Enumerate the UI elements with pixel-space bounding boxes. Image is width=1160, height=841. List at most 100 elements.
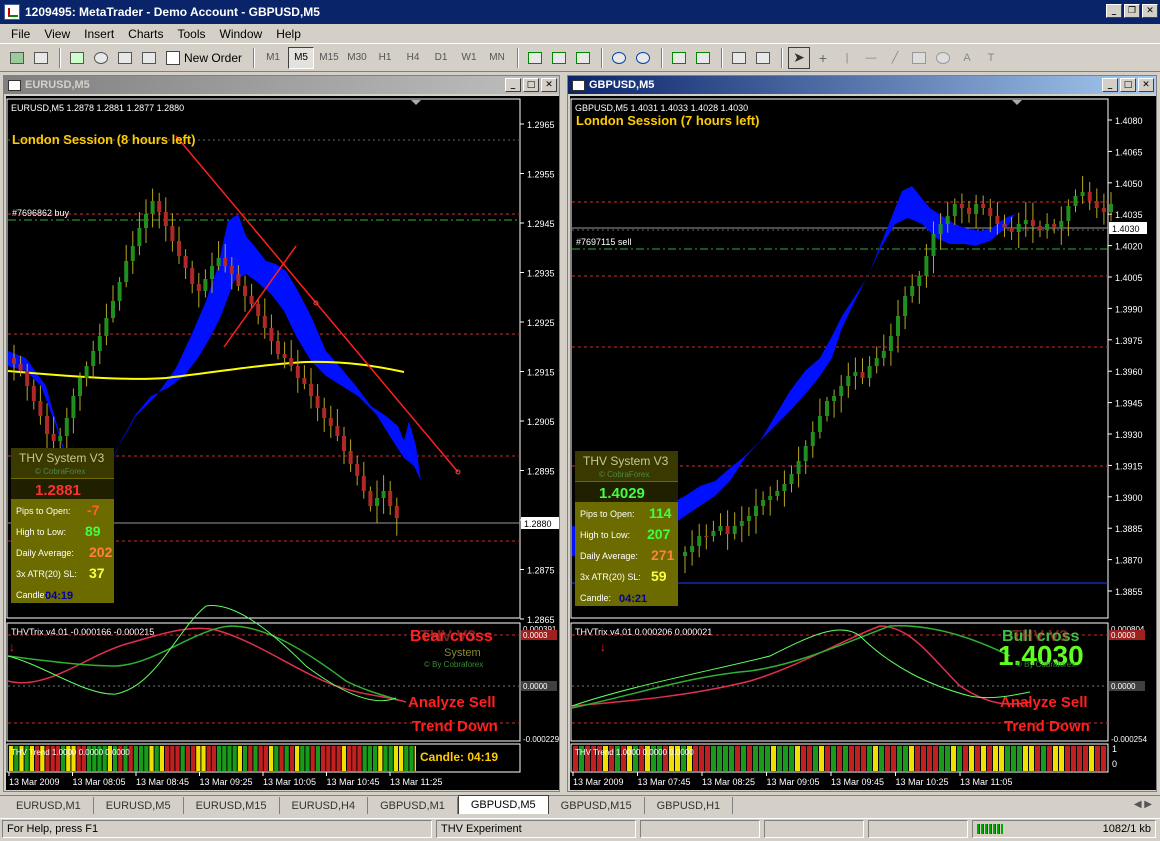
timeframe-w1-button[interactable]: W1: [456, 47, 482, 69]
trendline-icon[interactable]: ╱: [884, 47, 906, 69]
trend-bar: [1047, 746, 1052, 771]
line-chart-icon[interactable]: [572, 47, 594, 69]
cursor-icon[interactable]: ➤: [788, 46, 811, 69]
tab-gbpusd-m1[interactable]: GBPUSD,M1: [368, 797, 458, 814]
candle-body: [817, 416, 822, 432]
chart-shift-icon[interactable]: [692, 47, 714, 69]
date-tick-label: 13 Mar 10:05: [263, 777, 316, 787]
tab-eurusd-m1[interactable]: EURUSD,M1: [4, 797, 94, 814]
panel-row-value: 114: [649, 505, 672, 521]
chart-minimize-button[interactable]: _: [1102, 78, 1118, 92]
candle-body: [295, 366, 300, 378]
new-chart-icon[interactable]: [6, 47, 28, 69]
chart-window-titlebar[interactable]: EURUSD,M5 _ □ ✕: [4, 76, 559, 94]
candle-body: [754, 506, 758, 516]
gbpusd-chart[interactable]: 1.4080 1.4065 1.4050 1.4035 1.4020 1.4005 1.39…: [570, 96, 1156, 790]
panel-price: 1.2881: [35, 482, 81, 499]
candle-body: [368, 491, 373, 506]
candle-body: [348, 451, 353, 464]
metatrader-icon: [4, 4, 20, 20]
chart-close-button[interactable]: ✕: [541, 78, 557, 92]
menu-help[interactable]: Help: [269, 27, 308, 41]
candle-body: [931, 234, 936, 256]
timeframe-m1-button[interactable]: M1: [260, 47, 286, 69]
candle-body: [881, 351, 886, 358]
close-button[interactable]: ✕: [1142, 4, 1158, 18]
strategy-tester-icon[interactable]: [138, 47, 160, 69]
trend-bar: [409, 746, 414, 771]
timeframe-m5-button[interactable]: M5: [288, 46, 315, 69]
london-session-label: London Session (7 hours left): [576, 113, 759, 128]
chart-maximize-button[interactable]: □: [523, 78, 539, 92]
trend-tick-label: 0: [1112, 759, 1117, 769]
tab-gbpusd-h1[interactable]: GBPUSD,H1: [645, 797, 734, 814]
new-order-button[interactable]: New Order: [162, 47, 246, 69]
trend-bar: [891, 746, 896, 771]
periods-icon[interactable]: [752, 47, 774, 69]
zoom-out-icon[interactable]: [632, 47, 654, 69]
trend-bar: [175, 746, 180, 771]
candle-body: [302, 378, 307, 384]
price-tick-label: 1.2895: [527, 467, 555, 477]
text-icon[interactable]: A: [956, 47, 978, 69]
menu-tools[interactable]: Tools: [171, 27, 213, 41]
menu-view[interactable]: View: [37, 27, 77, 41]
menu-file[interactable]: File: [4, 27, 37, 41]
date-tick-label: 13 Mar 07:45: [638, 777, 691, 787]
trend-bar: [1077, 746, 1082, 771]
timeframe-mn-button[interactable]: MN: [484, 47, 510, 69]
navigator-icon[interactable]: [90, 47, 112, 69]
tab-eurusd-m5[interactable]: EURUSD,M5: [94, 797, 184, 814]
bar-chart-icon[interactable]: [524, 47, 546, 69]
timeframe-d1-button[interactable]: D1: [428, 47, 454, 69]
trend-bar: [222, 746, 227, 771]
timeframe-m30-button[interactable]: M30: [344, 47, 370, 69]
price-tick-label: 1.3885: [1115, 524, 1143, 534]
tab-scroll-arrows[interactable]: ◀ ▶: [1134, 799, 1152, 810]
price-tick-label: 1.4065: [1115, 147, 1143, 157]
status-empty-1: [640, 820, 760, 838]
terminal-icon[interactable]: [114, 47, 136, 69]
tab-gbpusd-m15[interactable]: GBPUSD,M15: [549, 797, 645, 814]
market-watch-icon[interactable]: [66, 47, 88, 69]
chart-minimize-button[interactable]: _: [505, 78, 521, 92]
candle-body: [832, 396, 837, 401]
eurusd-chart[interactable]: 1.2965 1.2955 1.2945 1.2935 1.2925 1.2915 1.29…: [6, 96, 559, 790]
crosshair-icon[interactable]: +: [812, 47, 834, 69]
candlestick-icon[interactable]: [548, 47, 570, 69]
timeframe-m15-button[interactable]: M15: [316, 47, 342, 69]
tab-eurusd-m15[interactable]: EURUSD,M15: [184, 797, 280, 814]
candle-body: [25, 371, 30, 386]
chart-close-button[interactable]: ✕: [1138, 78, 1154, 92]
minimize-button[interactable]: _: [1106, 4, 1122, 18]
label-icon[interactable]: T: [980, 47, 1002, 69]
trend-bar: [717, 746, 722, 771]
trend-bar: [711, 746, 716, 771]
rectangle-icon[interactable]: [908, 47, 930, 69]
indicators-icon[interactable]: [728, 47, 750, 69]
price-tick-label: 1.3960: [1115, 367, 1143, 377]
profiles-icon[interactable]: [30, 47, 52, 69]
tab-gbpusd-m5[interactable]: GBPUSD,M5: [457, 795, 549, 814]
timeframe-h1-button[interactable]: H1: [372, 47, 398, 69]
zoom-in-icon[interactable]: [608, 47, 630, 69]
toolbar-separator: [59, 47, 61, 68]
autoscroll-icon[interactable]: [668, 47, 690, 69]
menu-insert[interactable]: Insert: [77, 27, 121, 41]
restore-button[interactable]: ❐: [1124, 4, 1140, 18]
candle-body: [888, 336, 893, 351]
ellipse-icon[interactable]: [932, 47, 954, 69]
trend-bar: [357, 746, 362, 771]
date-tick-label: 13 Mar 09:45: [831, 777, 884, 787]
menu-charts[interactable]: Charts: [121, 27, 170, 41]
menu-window[interactable]: Window: [213, 27, 270, 41]
chart-maximize-button[interactable]: □: [1120, 78, 1136, 92]
horizontal-line-icon[interactable]: —: [860, 47, 882, 69]
chart-window-gbpusd[interactable]: GBPUSD,M5 _ □ ✕ 1.4080 1.4065 1.4050 1.4035…: [567, 75, 1157, 792]
chart-window-titlebar[interactable]: GBPUSD,M5 _ □ ✕: [568, 76, 1156, 94]
timeframe-h4-button[interactable]: H4: [400, 47, 426, 69]
trend-bar: [855, 746, 860, 771]
tab-eurusd-h4[interactable]: EURUSD,H4: [280, 797, 369, 814]
chart-window-eurusd[interactable]: EURUSD,M5 _ □ ✕ 1.2965 1.2955 1.2945 1.2935…: [3, 75, 560, 792]
vertical-line-icon[interactable]: |: [836, 47, 858, 69]
